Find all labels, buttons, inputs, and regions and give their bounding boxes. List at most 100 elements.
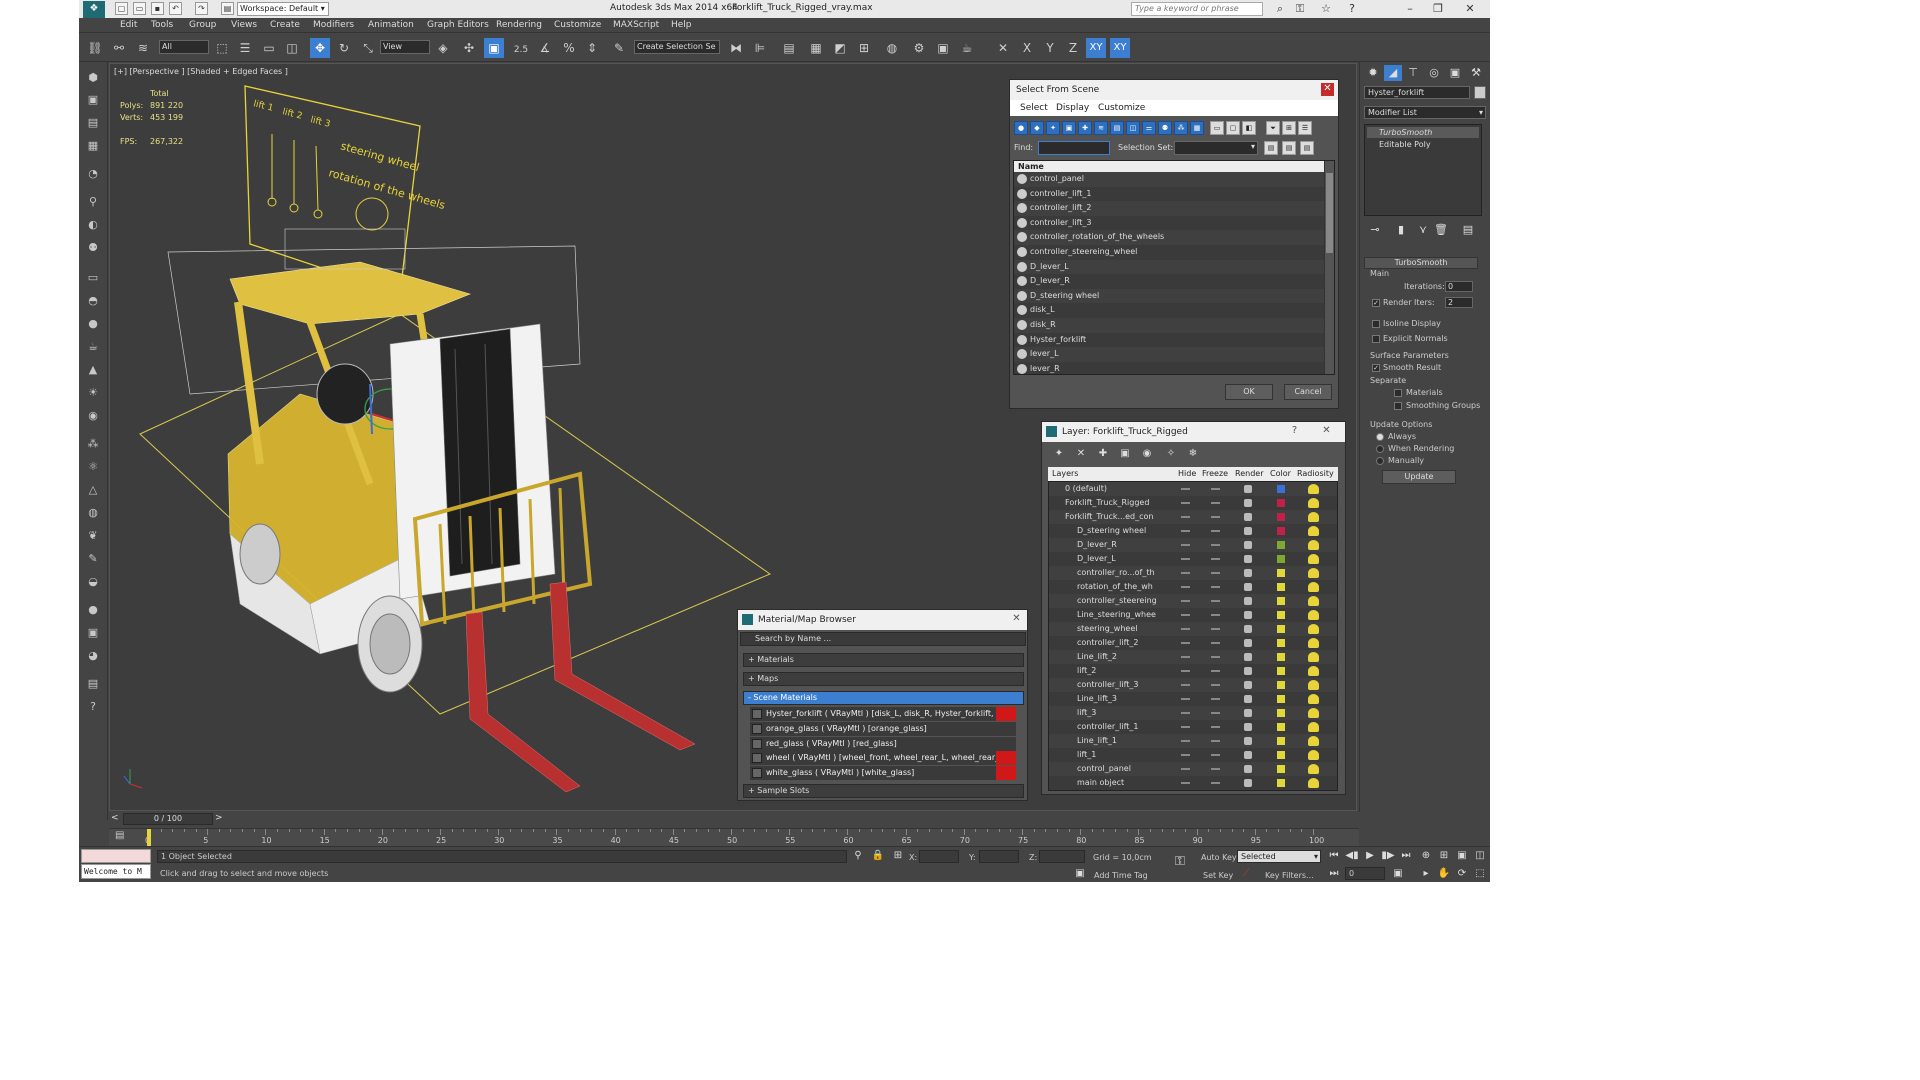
freeze-toggle[interactable] [1211,488,1220,490]
y-coord-field[interactable] [979,850,1019,863]
turbosmooth-rollout[interactable]: TurboSmooth [1364,257,1478,269]
render-teapot-icon[interactable] [1244,513,1252,521]
x-coord-field[interactable] [919,850,959,863]
scene-object-row[interactable]: Hyster_forklift [1014,332,1324,348]
angle-snap-icon[interactable]: ∡ [535,38,555,58]
redo-icon[interactable]: ↷ [195,2,208,15]
tool-icon-7[interactable]: ◐ [84,217,102,233]
star-icon[interactable]: ☆ [1315,1,1337,17]
render-teapot-icon[interactable] [1244,737,1252,745]
hide-toggle[interactable] [1181,544,1190,546]
radiosity-icon[interactable] [1308,694,1319,704]
auto-key-button[interactable]: Auto Key [1201,853,1237,862]
smooth-result-checkbox[interactable]: ✓ [1372,364,1380,372]
render-iters-checkbox[interactable]: ✓ [1372,299,1380,307]
render-teapot-icon[interactable] [1244,527,1252,535]
align-icon[interactable]: ⊫ [750,38,770,58]
render-teapot-icon[interactable] [1244,709,1252,717]
bind-spacewarp-icon[interactable]: ≋ [133,38,153,58]
menu-customize[interactable]: Customize [554,20,601,30]
filter-cameras-icon[interactable]: ▣ [1062,121,1076,135]
hide-toggle[interactable] [1181,670,1190,672]
freeze-toggle[interactable] [1211,712,1220,714]
radiosity-icon[interactable] [1308,764,1319,774]
layer-row[interactable]: controller_lift_3 [1049,678,1337,692]
tool-icon-4[interactable]: ▦ [84,138,102,154]
render-teapot-icon[interactable] [1244,653,1252,661]
find-input[interactable] [1038,141,1110,155]
layer-color-swatch[interactable] [1277,555,1285,563]
hide-toggle[interactable] [1181,684,1190,686]
hide-toggle[interactable] [1181,726,1190,728]
remove-modifier-icon[interactable]: 🗑 [1432,222,1450,238]
axis-xy-button[interactable]: XY [1086,38,1106,58]
filter-lights-icon[interactable]: ✦ [1046,121,1060,135]
layer-row[interactable]: controller_steereing [1049,594,1337,608]
radiosity-icon[interactable] [1308,708,1319,718]
freeze-toggle[interactable] [1211,642,1220,644]
materials-checkbox[interactable] [1394,389,1402,397]
radiosity-icon[interactable] [1308,680,1319,690]
tool-icon-2[interactable]: ▣ [84,92,102,108]
scene-object-row[interactable]: controller_lift_1 [1014,186,1324,202]
filter-particles-icon[interactable]: ⁂ [1174,121,1188,135]
tool-icon-1[interactable]: ⬢ [84,70,102,86]
section-maps[interactable]: + Maps [743,672,1024,686]
edit-named-sel-icon[interactable]: ✎ [609,38,629,58]
layer-color-swatch[interactable] [1277,751,1285,759]
pan-icon[interactable]: ✋ [1437,867,1451,881]
restore-icon[interactable]: ❐ [1427,1,1449,17]
set-key-icon[interactable]: ⚿ [1173,855,1187,869]
freeze-all-icon[interactable]: ❄ [1186,447,1200,461]
layer-color-swatch[interactable] [1277,513,1285,521]
col-radiosity[interactable]: Radiosity [1297,467,1334,481]
layer-row[interactable]: steering_wheel [1049,622,1337,636]
radiosity-icon[interactable] [1308,582,1319,592]
layer-row[interactable]: Line_steering_whee [1049,608,1337,622]
leaf-icon[interactable]: ❦ [84,528,102,544]
when-rendering-radio[interactable] [1376,445,1384,453]
freeze-toggle[interactable] [1211,544,1220,546]
set-key-button[interactable]: Set Key [1203,871,1233,880]
layer-manager-icon[interactable]: ▤ [779,38,799,58]
selection-filter-dropdown[interactable]: All [159,40,209,54]
help-circle-icon[interactable]: ? [84,699,102,715]
hide-toggle[interactable] [1181,488,1190,490]
filter-shapes-icon[interactable]: ◆ [1030,121,1044,135]
freeze-toggle[interactable] [1211,614,1220,616]
layer-row[interactable]: lift_1 [1049,748,1337,762]
render-teapot-icon[interactable] [1244,751,1252,759]
pin-stack-icon[interactable]: ⊸ [1366,222,1384,238]
current-frame-field[interactable]: 0 [1345,867,1385,880]
update-button[interactable]: Update [1382,470,1456,484]
scene-object-row[interactable]: controller_rotation_of_the_wheels [1014,230,1324,245]
sfs-close-icon[interactable]: ✕ [1321,83,1334,96]
highlight-layer-icon[interactable]: ◉ [1140,447,1154,461]
render-icon[interactable]: ☕ [957,38,977,58]
key-mode-dropdown[interactable]: Selected ▾ [1237,850,1321,863]
configure-sets-icon[interactable]: ▤ [1459,222,1477,238]
window-crossing-icon[interactable]: ◫ [282,38,302,58]
hide-toggle[interactable] [1181,628,1190,630]
hide-toggle[interactable] [1181,642,1190,644]
ref-coord-dropdown[interactable]: View [380,40,430,54]
modifier-list-dropdown[interactable]: Modifier List ▾ [1364,106,1486,119]
filter-bones-icon[interactable]: ⚌ [1142,121,1156,135]
freeze-toggle[interactable] [1211,516,1220,518]
snap-toggle-icon[interactable]: 2.5 [511,38,531,58]
sphere-gold-icon[interactable]: ◉ [84,408,102,424]
zoom-all-icon[interactable]: ⊞ [1437,849,1451,863]
radiosity-icon[interactable] [1308,540,1319,550]
render-teapot-icon[interactable] [1244,779,1252,787]
col-color[interactable]: Color [1270,467,1291,481]
filter-helpers-icon[interactable]: ✚ [1078,121,1092,135]
layer-color-swatch[interactable] [1277,765,1285,773]
render-teapot-icon[interactable] [1244,681,1252,689]
render-teapot-icon[interactable] [1244,611,1252,619]
layer-color-swatch[interactable] [1277,583,1285,591]
sort-icon[interactable]: ☰ [1298,121,1312,135]
smoothing-groups-checkbox[interactable] [1394,402,1402,410]
menu-modifiers[interactable]: Modifiers [313,20,354,30]
box-icon[interactable]: ▭ [84,270,102,286]
tool-icon-5[interactable]: ◔ [84,166,102,182]
